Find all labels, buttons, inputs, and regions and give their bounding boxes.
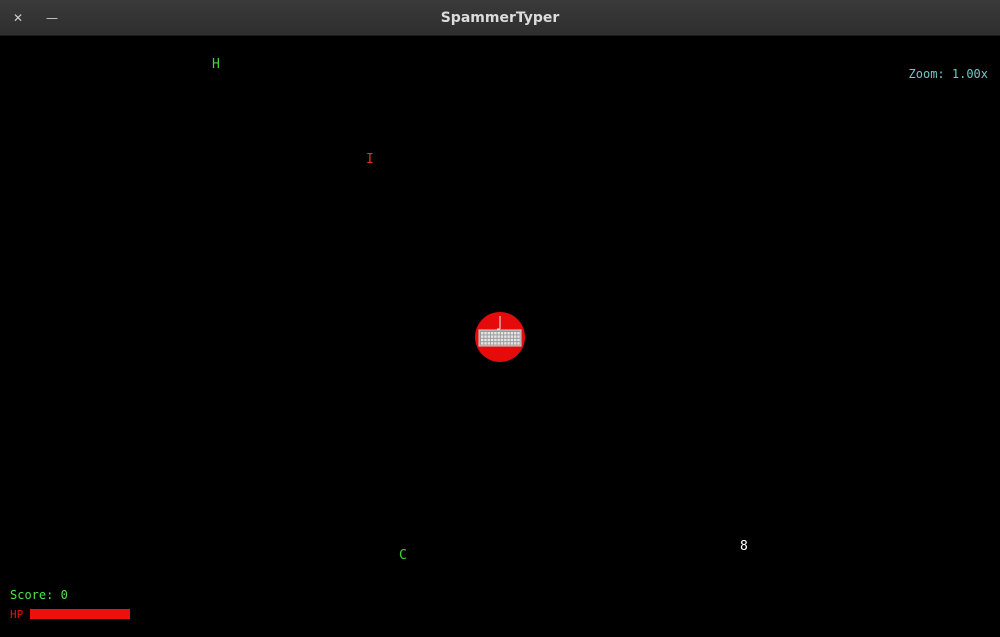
- keyboard-key: [481, 338, 484, 342]
- keyboard-key: [497, 342, 500, 345]
- hp-bar-fill: [30, 609, 130, 619]
- keyboard-key: [494, 332, 497, 335]
- keyboard-key: [514, 342, 517, 345]
- keyboard-key: [487, 335, 490, 338]
- falling-letter-8: 8: [740, 539, 748, 554]
- keyboard-key: [504, 338, 507, 342]
- keyboard-key: [504, 335, 507, 338]
- keyboard-key: [507, 332, 510, 335]
- title-bar: ✕ — SpammerTyper: [0, 0, 1000, 36]
- keyboard-key: [484, 332, 487, 335]
- keyboard-key: [497, 332, 500, 335]
- keyboard-key: [517, 332, 520, 335]
- keyboard-key: [504, 342, 507, 345]
- keyboard-key: [514, 335, 517, 338]
- keyboard-key: [510, 332, 514, 335]
- keyboard-key: [517, 342, 520, 345]
- hp-label: HP: [10, 608, 24, 621]
- keyboard-key: [517, 335, 520, 338]
- score-label: Score:: [10, 588, 54, 602]
- keyboard-icon: [478, 316, 522, 347]
- keyboard-key: [494, 338, 497, 342]
- player-keyboard: [475, 312, 525, 362]
- keyboard-key: [494, 335, 497, 338]
- keyboard-key: [507, 342, 510, 345]
- zoom-indicator: Zoom: 1.00x: [908, 67, 988, 81]
- score-value: 0: [60, 588, 68, 602]
- keyboard-key: [507, 335, 510, 338]
- score-display: Score: 0: [10, 588, 68, 602]
- keyboard-key: [500, 332, 504, 335]
- keyboard-key: [510, 338, 514, 342]
- keyboard-key: [490, 332, 494, 335]
- keyboard-key: [510, 342, 514, 345]
- keyboard-key: [484, 338, 487, 342]
- keyboard-key: [481, 335, 484, 338]
- hp-bar: [30, 609, 130, 619]
- keyboard-key: [514, 332, 517, 335]
- falling-letter-h: H: [212, 57, 220, 72]
- keyboard-key: [487, 342, 490, 345]
- keyboard-key: [510, 335, 514, 338]
- keyboard-key: [490, 338, 494, 342]
- keyboard-key: [507, 338, 510, 342]
- keyboard-key: [481, 332, 484, 335]
- keyboard-key: [504, 332, 507, 335]
- falling-letter-i: I: [366, 152, 374, 167]
- keyboard-key: [481, 342, 484, 345]
- keyboard-key: [484, 335, 487, 338]
- keyboard-key: [500, 335, 504, 338]
- falling-letter-c: C: [399, 548, 407, 563]
- keyboard-key: [497, 335, 500, 338]
- keyboard-key: [517, 338, 520, 342]
- keyboard-key: [487, 332, 490, 335]
- keyboard-key: [484, 342, 487, 345]
- keyboard-key: [500, 342, 504, 345]
- keyboard-key: [514, 338, 517, 342]
- keyboard-key: [497, 338, 500, 342]
- keyboard-key: [500, 338, 504, 342]
- keyboard-key: [490, 335, 494, 338]
- window-title: SpammerTyper: [440, 10, 560, 26]
- game-canvas[interactable]: Zoom: 1.00x H I C 8 Score: 0 HP: [0, 36, 1000, 637]
- keyboard-key: [487, 338, 490, 342]
- keyboard-key: [490, 342, 494, 345]
- keyboard-key: [494, 342, 497, 345]
